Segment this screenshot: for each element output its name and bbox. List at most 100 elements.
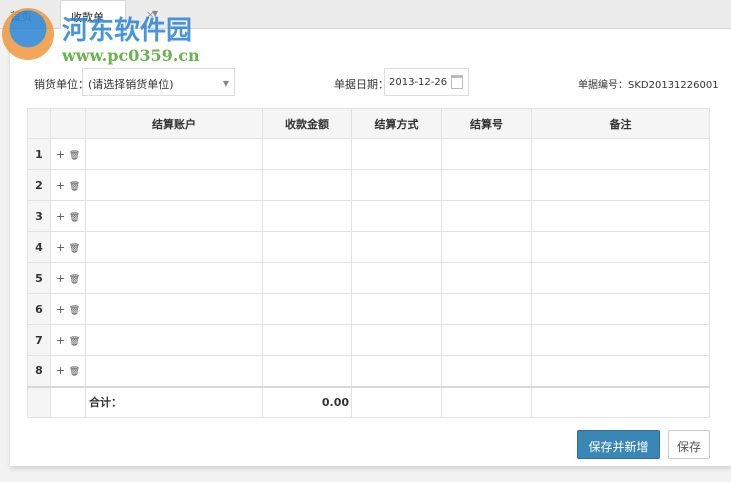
add-row-icon[interactable]: + — [56, 210, 65, 223]
row-actions: + 🗑 — [50, 355, 86, 387]
cell-amount[interactable] — [262, 355, 352, 387]
header-number: 结算号 — [441, 108, 532, 139]
cell-number[interactable] — [441, 169, 532, 201]
cell-number[interactable] — [441, 355, 532, 387]
add-row-icon[interactable]: + — [56, 272, 65, 285]
header-amount: 收款金额 — [262, 108, 352, 139]
cell-amount[interactable] — [262, 138, 352, 170]
table-header: 结算账户 收款金额 结算方式 结算号 备注 — [27, 108, 710, 139]
cell-amount[interactable] — [262, 231, 352, 263]
cell-method[interactable] — [351, 293, 442, 325]
delete-row-icon[interactable]: 🗑 — [69, 306, 80, 316]
total-label: 合计： — [85, 385, 263, 418]
row-number: 8 — [27, 355, 51, 387]
row-actions: + 🗑 — [50, 169, 86, 201]
cell-remark[interactable] — [531, 138, 710, 170]
doc-number-label: 单据编号： — [578, 80, 628, 91]
total-amount: 0.00 — [262, 385, 352, 418]
table-row: 2 + 🗑 — [27, 169, 710, 201]
cell-account[interactable] — [85, 169, 263, 201]
save-button[interactable]: 保存 — [668, 430, 710, 459]
cell-remark[interactable] — [531, 169, 710, 201]
date-label: 单据日期： — [334, 78, 389, 91]
cell-method[interactable] — [351, 355, 442, 387]
cell-number[interactable] — [441, 138, 532, 170]
cell-method[interactable] — [351, 138, 442, 170]
cell-remark[interactable] — [531, 293, 710, 325]
cell-account[interactable] — [85, 200, 263, 232]
cell-remark[interactable] — [531, 355, 710, 387]
delete-row-icon[interactable]: 🗑 — [69, 275, 80, 285]
add-row-icon[interactable]: + — [56, 148, 65, 161]
cell-account[interactable] — [85, 262, 263, 294]
row-actions: + 🗑 — [50, 138, 86, 170]
seller-placeholder: (请选择销货单位) — [88, 78, 174, 91]
cell-account[interactable] — [85, 324, 263, 356]
seller-select[interactable]: (请选择销货单位) ▼ — [82, 68, 235, 96]
add-row-icon[interactable]: + — [56, 179, 65, 192]
total-actions — [50, 385, 86, 418]
table-row: 1 + 🗑 — [27, 138, 710, 170]
chevron-down-icon[interactable]: ▼ — [152, 9, 158, 18]
cell-remark[interactable] — [531, 231, 710, 263]
cell-method[interactable] — [351, 200, 442, 232]
cell-account[interactable] — [85, 231, 263, 263]
cell-account[interactable] — [85, 138, 263, 170]
row-actions: + 🗑 — [50, 200, 86, 232]
row-actions: + 🗑 — [50, 262, 86, 294]
doc-number-value: SKD20131226001 — [628, 80, 719, 91]
cell-number[interactable] — [441, 293, 532, 325]
calendar-icon[interactable] — [451, 75, 463, 89]
add-row-icon[interactable]: + — [56, 334, 65, 347]
row-number: 7 — [27, 324, 51, 356]
add-row-icon[interactable]: + — [56, 364, 65, 377]
delete-row-icon[interactable]: 🗑 — [69, 151, 80, 161]
tab-receipt[interactable]: 收款单 × — [60, 0, 155, 30]
cell-remark[interactable] — [531, 262, 710, 294]
cell-remark[interactable] — [531, 200, 710, 232]
row-actions: + 🗑 — [50, 293, 86, 325]
delete-row-icon[interactable]: 🗑 — [69, 367, 80, 377]
cell-amount[interactable] — [262, 200, 352, 232]
tab-bar: 首页 收款单 × ▼ — [0, 0, 731, 30]
cell-account[interactable] — [85, 293, 263, 325]
cell-method[interactable] — [351, 262, 442, 294]
total-row: 合计： 0.00 — [27, 385, 710, 418]
row-actions: + 🗑 — [50, 324, 86, 356]
table-row: 6 + 🗑 — [27, 293, 710, 325]
cell-number[interactable] — [441, 262, 532, 294]
cell-number[interactable] — [441, 324, 532, 356]
delete-row-icon[interactable]: 🗑 — [69, 182, 80, 192]
table-row: 3 + 🗑 — [27, 200, 710, 232]
cell-number[interactable] — [441, 200, 532, 232]
total-cell — [351, 385, 442, 418]
cell-amount[interactable] — [262, 169, 352, 201]
table-row: 8 + 🗑 — [27, 355, 710, 387]
table-row: 4 + 🗑 — [27, 231, 710, 263]
header-remark: 备注 — [531, 108, 710, 139]
chevron-down-icon: ▼ — [222, 79, 229, 88]
cell-method[interactable] — [351, 231, 442, 263]
delete-row-icon[interactable]: 🗑 — [69, 213, 80, 223]
delete-row-icon[interactable]: 🗑 — [69, 337, 80, 347]
cell-number[interactable] — [441, 231, 532, 263]
cell-amount[interactable] — [262, 262, 352, 294]
cell-amount[interactable] — [262, 293, 352, 325]
total-rownum — [27, 385, 51, 418]
table-row: 7 + 🗑 — [27, 324, 710, 356]
row-number: 2 — [27, 169, 51, 201]
cell-remark[interactable] — [531, 324, 710, 356]
cell-account[interactable] — [85, 355, 263, 387]
header-actions — [50, 108, 86, 139]
delete-row-icon[interactable]: 🗑 — [69, 244, 80, 254]
add-row-icon[interactable]: + — [56, 241, 65, 254]
date-value: 2013-12-26 — [389, 77, 448, 88]
date-input[interactable]: 2013-12-26 — [384, 68, 469, 96]
save-and-new-button[interactable]: 保存并新增 — [577, 430, 660, 459]
add-row-icon[interactable]: + — [56, 303, 65, 316]
row-number: 3 — [27, 200, 51, 232]
cell-method[interactable] — [351, 169, 442, 201]
cell-amount[interactable] — [262, 324, 352, 356]
tab-home[interactable]: 首页 — [0, 0, 60, 29]
cell-method[interactable] — [351, 324, 442, 356]
